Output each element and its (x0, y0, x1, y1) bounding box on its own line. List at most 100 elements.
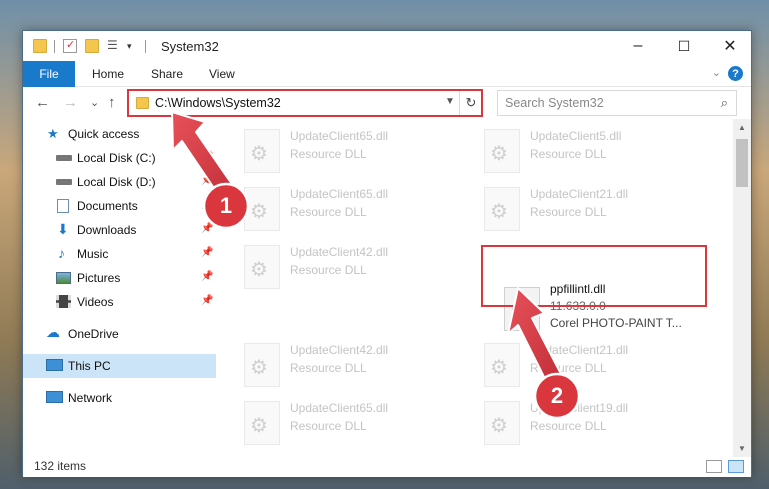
search-icon[interactable]: ⌕ (721, 95, 728, 111)
file-item[interactable]: ⚙ UpdateClient65.dll Resource DLL (234, 181, 454, 237)
window-title: System32 (161, 39, 219, 54)
sidebar-item-videos[interactable]: Videos 📌 (23, 290, 216, 314)
scroll-thumb[interactable] (736, 139, 748, 187)
folder-icon (136, 97, 149, 109)
chevron-down-icon[interactable]: ▼ (445, 96, 455, 107)
file-item[interactable]: ⚙ UpdateClient21.dll Resource DLL (474, 181, 694, 237)
pin-icon[interactable]: 📌 (201, 271, 213, 282)
sidebar-item-network[interactable]: Network (23, 386, 216, 410)
back-button[interactable]: ← (35, 94, 50, 111)
scroll-up-icon[interactable]: ▲ (733, 119, 751, 136)
pin-icon[interactable]: 📌 (201, 223, 213, 234)
up-button[interactable]: ↑ (108, 94, 116, 111)
step-2-number: 2 (550, 383, 564, 408)
file-item[interactable]: ⚙ UpdateClient65.dll Resource DLL (234, 123, 454, 179)
file-name: UpdateClient21.dll (530, 187, 629, 201)
file-description: Resource DLL (290, 147, 367, 161)
cloud-icon: ☁ (46, 324, 60, 340)
scroll-down-icon[interactable]: ▼ (733, 440, 751, 457)
file-description: Resource DLL (530, 419, 607, 433)
sidebar-item-pictures[interactable]: Pictures 📌 (23, 266, 216, 290)
pin-icon[interactable]: 📌 (201, 151, 213, 162)
file-description: Resource DLL (530, 361, 607, 375)
sidebar-item-label: OneDrive (68, 327, 119, 341)
minimize-button[interactable]: – (615, 31, 661, 61)
divider (145, 40, 146, 53)
file-name: UpdateClient42.dll (290, 245, 389, 259)
navigation-pane[interactable]: ★ Quick access Local Disk (C:) 📌 Local D… (23, 119, 216, 457)
customize-toolbar-icon[interactable]: ☰ (107, 38, 121, 52)
file-item[interactable]: ⚙ UpdateClient5.dll Resource DLL (474, 123, 694, 179)
sidebar-item-local-disk-c[interactable]: Local Disk (C:) 📌 (23, 146, 216, 170)
file-item-ppfillintl[interactable]: ⚙ ppfillintl.dll 11.633.0.0 Corel PHOTO-… (504, 279, 724, 339)
address-bar[interactable]: C:\Windows\System32 ▼ ↻ (128, 90, 482, 116)
tab-view[interactable]: View (209, 67, 235, 81)
ribbon: File Home Share View ⌄ ? (23, 61, 751, 87)
recent-locations-button[interactable]: ⌄ (90, 96, 99, 109)
file-item[interactable]: ⚙ UpdateClient42.dll Resource DLL (234, 337, 454, 393)
tab-share[interactable]: Share (151, 67, 183, 81)
sidebar-item-label: Music (77, 247, 109, 261)
sidebar-item-quick-access[interactable]: ★ Quick access (23, 122, 216, 146)
pin-icon[interactable]: 📌 (201, 295, 213, 306)
pin-icon[interactable]: 📌 (201, 247, 213, 258)
documents-icon (57, 199, 69, 213)
file-name: UpdateClient65.dll (290, 401, 389, 415)
close-button[interactable]: ✕ (707, 31, 753, 61)
sidebar-item-downloads[interactable]: ⬇ Downloads 📌 (23, 218, 216, 242)
tab-home[interactable]: Home (92, 67, 124, 81)
computer-icon (46, 359, 63, 371)
forward-button[interactable]: → (63, 94, 78, 111)
chevron-down-icon[interactable]: ▾ (127, 41, 141, 55)
sidebar-item-label: Local Disk (C:) (77, 151, 156, 165)
network-icon (46, 391, 63, 403)
file-item[interactable]: ⚙ UpdateClient42.dll Resource DLL (234, 239, 454, 295)
sidebar-item-label: Downloads (77, 223, 137, 237)
tiles-view-icon[interactable] (728, 460, 744, 473)
file-description: Resource DLL (530, 147, 607, 161)
sidebar-item-this-pc[interactable]: This PC (23, 354, 216, 378)
file-name: ppfillintl.dll (550, 282, 606, 296)
file-description: Resource DLL (530, 205, 607, 219)
folder-icon (33, 39, 47, 53)
pin-icon[interactable]: 📌 (201, 175, 213, 186)
file-tab[interactable]: File (23, 61, 75, 87)
status-bar: 132 items (23, 457, 751, 477)
new-folder-icon[interactable] (85, 39, 99, 53)
dll-file-icon: ⚙ (244, 343, 280, 387)
sidebar-item-label: Network (68, 391, 113, 405)
sidebar-item-label: Quick access (68, 127, 140, 141)
file-item[interactable]: ⚙ UpdateClient65.dll Resource DLL (234, 395, 454, 451)
help-icon[interactable]: ? (728, 66, 743, 81)
item-count: 132 items (34, 459, 87, 473)
dll-file-icon: ⚙ (504, 287, 540, 331)
expand-ribbon-icon[interactable]: ⌄ (712, 66, 721, 79)
sidebar-item-music[interactable]: ♪ Music 📌 (23, 242, 216, 266)
vertical-scrollbar[interactable]: ▲ ▼ (733, 119, 751, 457)
sidebar-item-label: Pictures (77, 271, 121, 285)
address-path[interactable]: C:\Windows\System32 (155, 96, 281, 110)
file-version: 11.633.0.0 (550, 299, 606, 313)
sidebar-item-onedrive[interactable]: ☁ OneDrive (23, 322, 216, 346)
star-icon: ★ (47, 126, 59, 141)
sidebar-item-documents[interactable]: Documents 📌 (23, 194, 216, 218)
dll-file-icon: ⚙ (244, 401, 280, 445)
step-1-number: 1 (219, 193, 233, 218)
file-description: Resource DLL (290, 419, 367, 433)
file-list[interactable]: ⚙ UpdateClient65.dll Resource DLL ⚙ Upda… (216, 119, 733, 457)
file-name: UpdateClient42.dll (290, 343, 389, 357)
details-view-icon[interactable] (706, 460, 722, 473)
maximize-button[interactable]: ☐ (661, 31, 707, 61)
refresh-icon: ↻ (465, 95, 477, 110)
file-item[interactable]: ⚙ UpdateClient21.dll Resource DLL (474, 337, 694, 393)
properties-icon[interactable]: ✓ (63, 39, 77, 53)
refresh-button[interactable]: ↻ (459, 91, 482, 115)
address-row: ← → ⌄ ↑ C:\Windows\System32 ▼ ↻ Search S… (23, 87, 751, 119)
sidebar-item-local-disk-d[interactable]: Local Disk (D:) 📌 (23, 170, 216, 194)
title-bar: ✓ ☰ ▾ System32 – ☐ ✕ (23, 31, 751, 61)
file-item[interactable]: ⚙ UpdateClient19.dll Resource DLL (474, 395, 694, 451)
file-name: UpdateClient21.dll (530, 343, 629, 357)
pictures-icon (56, 272, 71, 284)
download-icon: ⬇ (57, 221, 69, 237)
search-input[interactable]: Search System32 ⌕ (497, 90, 737, 116)
